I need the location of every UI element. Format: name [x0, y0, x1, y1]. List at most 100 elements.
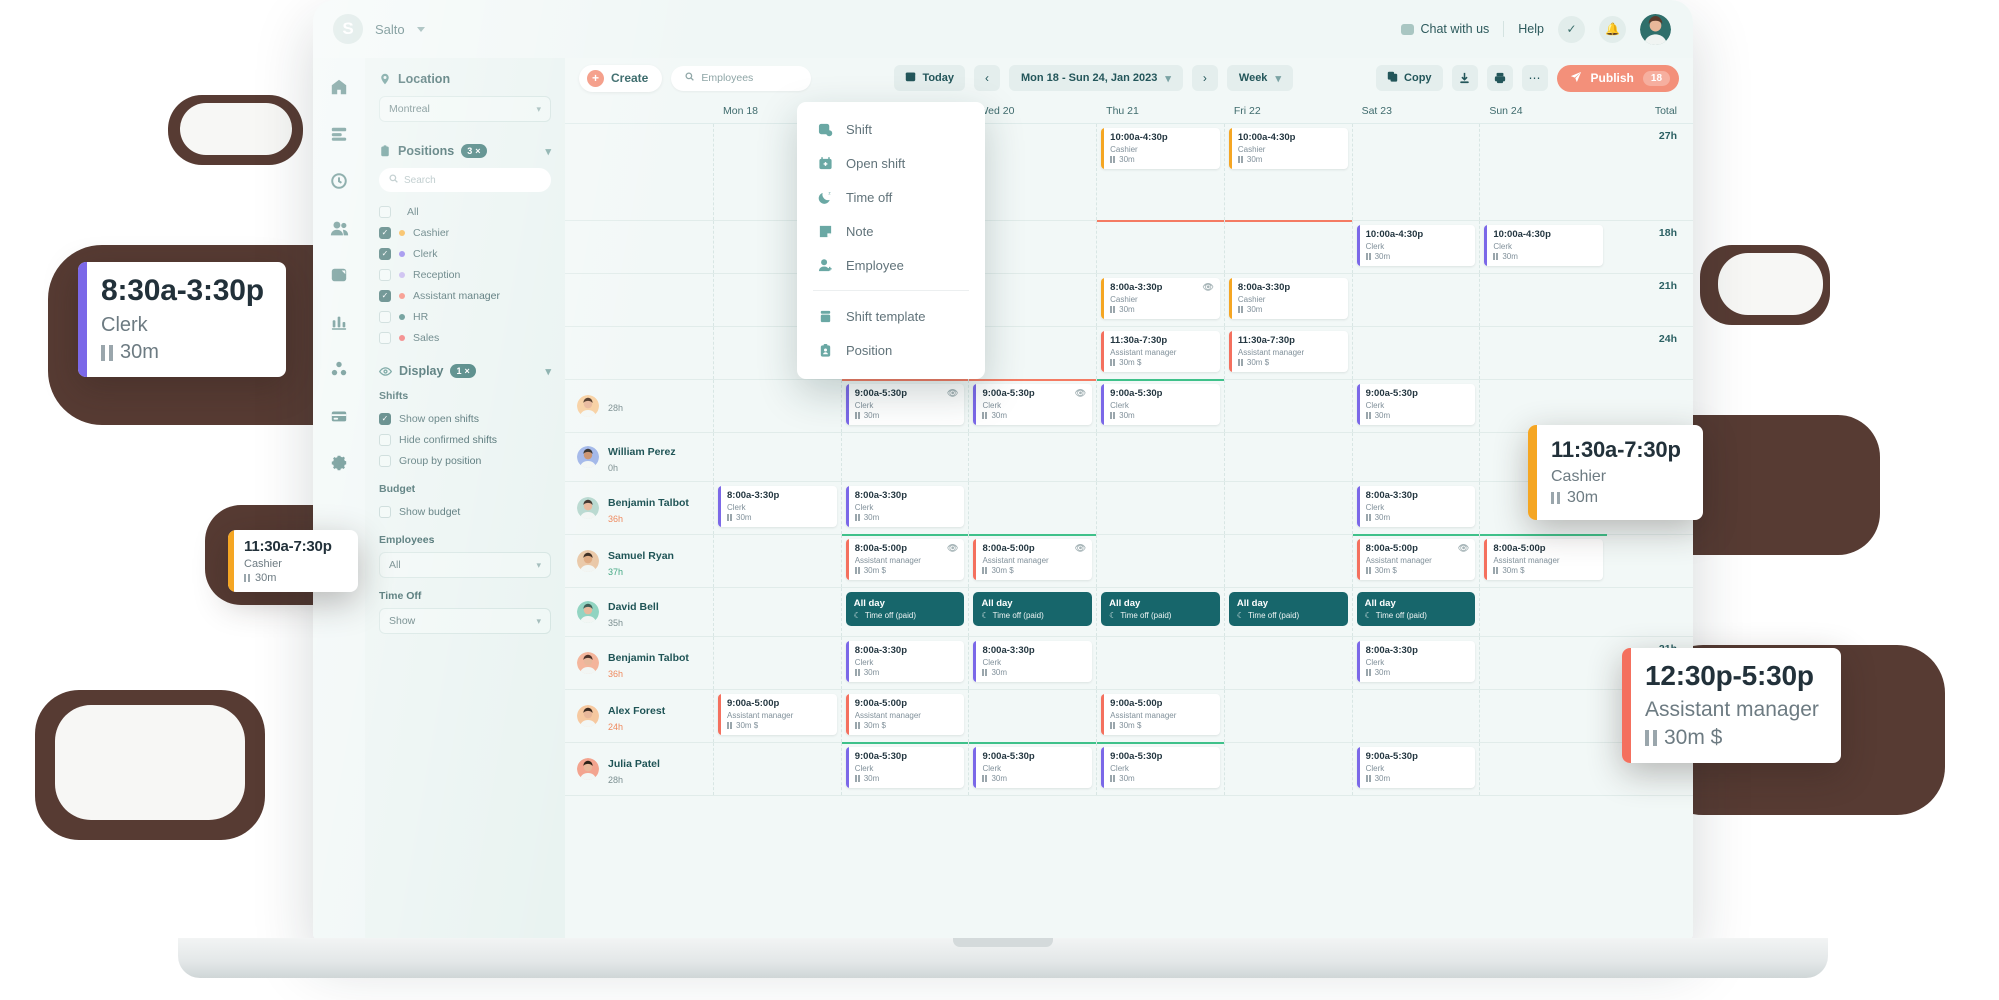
print-icon[interactable]	[1486, 65, 1513, 91]
shift-card[interactable]: 8:00a-3:30p Clerk 30m	[845, 486, 965, 527]
checkbox[interactable]	[379, 310, 391, 323]
schedule-cell[interactable]	[713, 433, 841, 481]
schedule-cell[interactable]: 8:00a-3:30p Clerk 30m	[713, 482, 841, 534]
time-off-card[interactable]: All day ☾Time off (paid)	[845, 592, 965, 626]
shift-card[interactable]: 11:30a-7:30p Assistant manager 30m $	[1101, 331, 1220, 372]
payroll-icon[interactable]	[328, 405, 350, 427]
next-week-button[interactable]: ›	[1191, 65, 1218, 91]
prev-week-button[interactable]: ‹	[974, 65, 1001, 91]
shift-card[interactable]: 8:00a-3:30p Clerk 30m	[1356, 641, 1476, 682]
schedule-cell[interactable]	[968, 124, 1096, 220]
schedule-cell[interactable]: 8:00a-3:30p Cashier 30m	[1223, 274, 1352, 326]
schedule-cell[interactable]	[1479, 637, 1607, 689]
schedule-cell[interactable]: 11:30a-7:30p Assistant manager 30m $	[1223, 327, 1352, 379]
schedule-cell[interactable]	[968, 482, 1096, 534]
integrations-icon[interactable]	[328, 358, 350, 380]
employee-cell[interactable]	[565, 274, 713, 326]
location-select[interactable]: Montreal ▾	[379, 96, 551, 122]
schedule-cell[interactable]: 9:00a-5:30p Clerk 30m	[1096, 742, 1224, 795]
time-off-card[interactable]: All day ☾Time off (paid)	[1101, 592, 1220, 626]
close-icon[interactable]: ×	[475, 146, 480, 156]
schedule-cell[interactable]: 8:00a-3:30p Clerk 30m	[968, 637, 1096, 689]
bell-icon[interactable]: 🔔	[1599, 15, 1626, 43]
schedule-cell[interactable]: 9:00a-5:00p Assistant manager 30m $	[840, 690, 969, 742]
schedule-cell[interactable]	[713, 743, 841, 795]
shift-card[interactable]: 10:00a-4:30p Cashier 30m	[1228, 128, 1348, 169]
schedule-cell[interactable]	[1096, 637, 1224, 689]
shift-card[interactable]: 10:00a-4:30p Clerk30m	[1484, 225, 1604, 266]
position-filter-row[interactable]: ✓ Clerk	[379, 243, 551, 264]
position-filter-row[interactable]: ✓ Cashier	[379, 222, 551, 243]
eye-icon[interactable]: 👁	[1198, 282, 1213, 293]
schedule-cell[interactable]	[713, 588, 841, 636]
schedule-cell[interactable]: 9:00a-5:30p 👁 Clerk 30m	[968, 379, 1096, 432]
schedule-cell[interactable]: All day ☾Time off (paid)	[840, 588, 969, 636]
today-button[interactable]: Today	[894, 65, 966, 91]
schedule-cell[interactable]	[1223, 690, 1352, 742]
chat-with-us-button[interactable]: Chat with us	[1400, 22, 1489, 36]
shift-card[interactable]: 9:00a-5:30p Clerk 30m	[845, 747, 965, 788]
employees-select[interactable]: All ▾	[379, 552, 551, 578]
schedule-cell[interactable]: 8:00a-3:30p Clerk 30m	[840, 637, 969, 689]
time-off-card[interactable]: All day ☾Time off (paid)	[1228, 592, 1348, 626]
team-icon[interactable]	[328, 217, 350, 239]
budget-display-option[interactable]: Show budget	[379, 501, 551, 522]
shift-card[interactable]: 9:00a-5:30p Clerk 30m	[1356, 747, 1476, 788]
more-icon[interactable]: ⋯	[1521, 65, 1548, 91]
create-menu-item-shift[interactable]: Shift	[797, 112, 985, 146]
schedule-cell[interactable]	[1096, 220, 1224, 273]
schedule-cell[interactable]: 8:00a-3:30p Clerk 30m	[1351, 637, 1480, 689]
checkbox[interactable]	[379, 454, 391, 467]
schedule-cell[interactable]: 9:00a-5:30p Clerk 30m	[1351, 380, 1480, 432]
schedule-cell[interactable]: 9:00a-5:00p Assistant manager 30m $	[1096, 690, 1224, 742]
shift-card[interactable]: 9:00a-5:30p Clerk 30m	[1101, 384, 1220, 425]
employee-cell[interactable]: Benjamin Talbot 36h	[565, 482, 713, 534]
employee-cell[interactable]	[565, 124, 713, 220]
checkbox[interactable]	[379, 505, 391, 518]
schedule-cell[interactable]: 9:00a-5:00p Assistant manager 30m $	[713, 690, 841, 742]
checkbox[interactable]: ✓	[379, 289, 391, 302]
create-menu-item-open-shift[interactable]: Open shift	[797, 146, 985, 180]
schedule-cell[interactable]: 10:00a-4:30p Cashier 30m	[1223, 124, 1352, 220]
schedule-cell[interactable]: 11:30a-7:30p Assistant manager 30m $	[1096, 327, 1224, 379]
employee-cell[interactable]: Alex Forest 24h	[565, 690, 713, 742]
schedule-cell[interactable]	[1479, 588, 1607, 636]
chevron-down-icon[interactable]: ▾	[545, 365, 551, 378]
schedule-cell[interactable]	[1479, 690, 1607, 742]
shift-card[interactable]: 8:00a-3:30p Cashier 30m	[1228, 278, 1348, 319]
employee-cell[interactable]	[565, 327, 713, 379]
schedule-cell[interactable]: All day ☾Time off (paid)	[1096, 588, 1224, 636]
schedule-cell[interactable]	[1223, 220, 1352, 273]
create-menu-item-shift-template[interactable]: Shift template	[797, 299, 985, 333]
brand-selector[interactable]: S Salto	[333, 14, 425, 44]
eye-icon[interactable]: 👁	[943, 543, 958, 554]
schedule-cell[interactable]	[1096, 535, 1224, 587]
schedule-cell[interactable]: 9:00a-5:30p Clerk 30m	[1096, 379, 1224, 432]
shift-card[interactable]: 8:00a-5:00p 👁 Assistant manager 30m $	[1356, 539, 1476, 580]
position-filter-row[interactable]: Reception	[379, 264, 551, 285]
shift-card[interactable]: 8:00a-3:30p Clerk 30m	[973, 641, 1093, 682]
schedule-cell[interactable]: All day ☾Time off (paid)	[1351, 588, 1480, 636]
schedule-cell[interactable]	[1223, 482, 1352, 534]
employee-cell[interactable]: 28h	[565, 380, 713, 432]
checkbox[interactable]	[379, 205, 391, 218]
checkbox[interactable]	[379, 268, 391, 281]
position-filter-row[interactable]: ✓ Assistant manager	[379, 285, 551, 306]
shift-card[interactable]: 9:00a-5:30p Clerk 30m	[973, 747, 1093, 788]
schedule-cell[interactable]	[1223, 380, 1352, 432]
copy-button[interactable]: Copy	[1376, 65, 1443, 91]
shift-card[interactable]: 8:00a-3:30p Clerk 30m	[1356, 486, 1476, 527]
shift-card[interactable]: 9:00a-5:30p Clerk 30m	[1356, 384, 1476, 425]
shift-card[interactable]: 8:00a-5:00p 👁 Assistant manager 30m $	[973, 539, 1093, 580]
schedule-cell[interactable]: All day ☾Time off (paid)	[968, 588, 1096, 636]
shift-card[interactable]: 9:00a-5:30p 👁 Clerk 30m	[973, 384, 1093, 425]
eye-icon[interactable]: 👁	[943, 388, 958, 399]
schedule-cell[interactable]: 10:00a-4:30p Cashier 30m	[1096, 124, 1224, 220]
employees-search-input[interactable]: Employees	[671, 65, 812, 91]
schedule-cell[interactable]: 9:00a-5:30p 👁 Clerk 30m	[840, 379, 969, 432]
help-link[interactable]: Help	[1518, 22, 1544, 36]
positions-section-header[interactable]: Positions 3 × ▾	[379, 144, 551, 158]
schedule-cell[interactable]	[968, 433, 1096, 481]
schedule-cell[interactable]	[1351, 690, 1480, 742]
employee-cell[interactable]	[565, 221, 713, 273]
